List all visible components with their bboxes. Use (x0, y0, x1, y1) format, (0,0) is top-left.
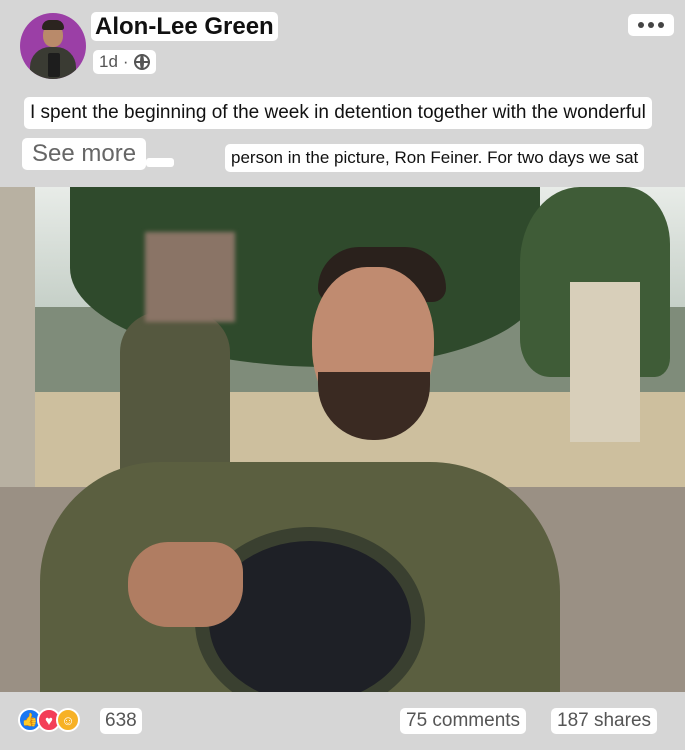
photo-blurred-face (145, 232, 235, 322)
post-meta: 1d · (93, 50, 156, 74)
reaction-count[interactable]: 638 (100, 708, 142, 734)
post-photo[interactable] (0, 187, 685, 692)
shares-count[interactable]: 187 shares (551, 708, 658, 734)
globe-icon (133, 54, 150, 70)
post-card: Alon-Lee Green 1d · I spent the beginnin… (0, 0, 685, 750)
reaction-icons[interactable]: 👍 ♥ ☺ (18, 708, 80, 732)
care-icon: ☺ (56, 708, 80, 732)
photo-hand (128, 542, 243, 627)
photo-pillar-right (570, 282, 640, 442)
more-dot (648, 22, 654, 28)
see-more-link[interactable]: See more (22, 138, 147, 170)
photo-pillar-left (0, 187, 35, 487)
post-time[interactable]: 1d (99, 50, 118, 74)
more-options-icon[interactable] (628, 14, 674, 36)
comments-count[interactable]: 75 comments (400, 708, 527, 734)
tiny-label (146, 158, 174, 167)
avatar[interactable] (20, 13, 86, 79)
post-text-line-2: person in the picture, Ron Feiner. For t… (225, 144, 645, 172)
meta-separator: · (122, 52, 129, 71)
post-text-line-1: I spent the beginning of the week in det… (24, 97, 652, 129)
avatar-microphone (48, 53, 60, 77)
more-dot (638, 22, 644, 28)
avatar-hair (42, 20, 64, 30)
author-name[interactable]: Alon-Lee Green (91, 12, 278, 41)
more-dot (658, 22, 664, 28)
